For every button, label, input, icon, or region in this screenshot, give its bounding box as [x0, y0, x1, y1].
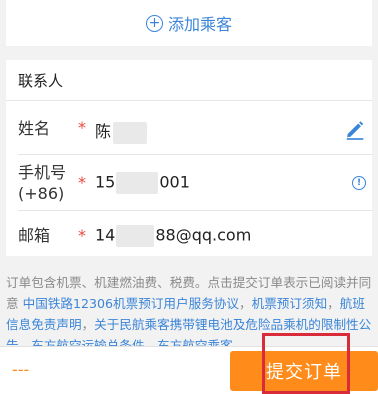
phone-label: 手机号 — [18, 163, 67, 182]
redacted-mask — [116, 225, 155, 247]
notice-text: ， — [327, 296, 340, 311]
divider — [18, 210, 372, 211]
notice-text: ， — [239, 296, 252, 311]
redacted-mask — [113, 121, 148, 144]
submit-order-button[interactable]: 提交订单 — [230, 351, 378, 391]
contact-card: 联系人 姓名 * 陈 手机号 (+86) * 15 001 ! 邮箱 * 14 88… — [6, 60, 372, 256]
email-label: 邮箱 — [18, 226, 51, 245]
add-passenger-card: + 添加乘客 — [6, 0, 372, 46]
email-prefix: 14 — [95, 225, 116, 245]
name-value: 陈 — [95, 122, 112, 141]
email-suffix: 88@qq.com — [155, 225, 252, 245]
phone-country-code: (+86) — [18, 184, 65, 203]
order-notice: 订单包含机票、机建燃油费、税费。点击提交订单表示已阅读并同意 中国铁路12306… — [6, 272, 372, 356]
phone-suffix: 001 — [159, 172, 190, 192]
divider — [6, 100, 372, 101]
notice-text: ， — [81, 317, 95, 332]
name-label: 姓名 — [18, 119, 51, 138]
booking-notice-link[interactable]: 机票预订须知 — [252, 296, 328, 311]
phone-prefix: 15 — [95, 172, 116, 192]
phone-field[interactable]: 15 001 — [95, 172, 190, 194]
total-price: --- — [12, 360, 30, 379]
required-mark: * — [78, 118, 86, 137]
name-field[interactable]: 陈 — [95, 118, 148, 144]
contact-section-title: 联系人 — [18, 72, 64, 90]
required-mark: * — [78, 173, 86, 192]
pencil-edit-icon[interactable] — [344, 118, 366, 140]
plus-circle-icon: + — [145, 14, 163, 32]
add-passenger-label: 添加乘客 — [167, 15, 232, 34]
required-mark: * — [78, 226, 86, 245]
service-agreement-link[interactable]: 中国铁路12306机票预订用户服务协议 — [23, 296, 239, 311]
bottom-bar: --- 提交订单 — [0, 346, 378, 394]
email-field[interactable]: 14 88@qq.com — [95, 225, 251, 247]
add-passenger-button[interactable]: + 添加乘客 — [145, 11, 232, 35]
info-icon[interactable]: ! — [352, 176, 366, 190]
redacted-mask — [116, 172, 159, 194]
divider — [18, 154, 372, 155]
